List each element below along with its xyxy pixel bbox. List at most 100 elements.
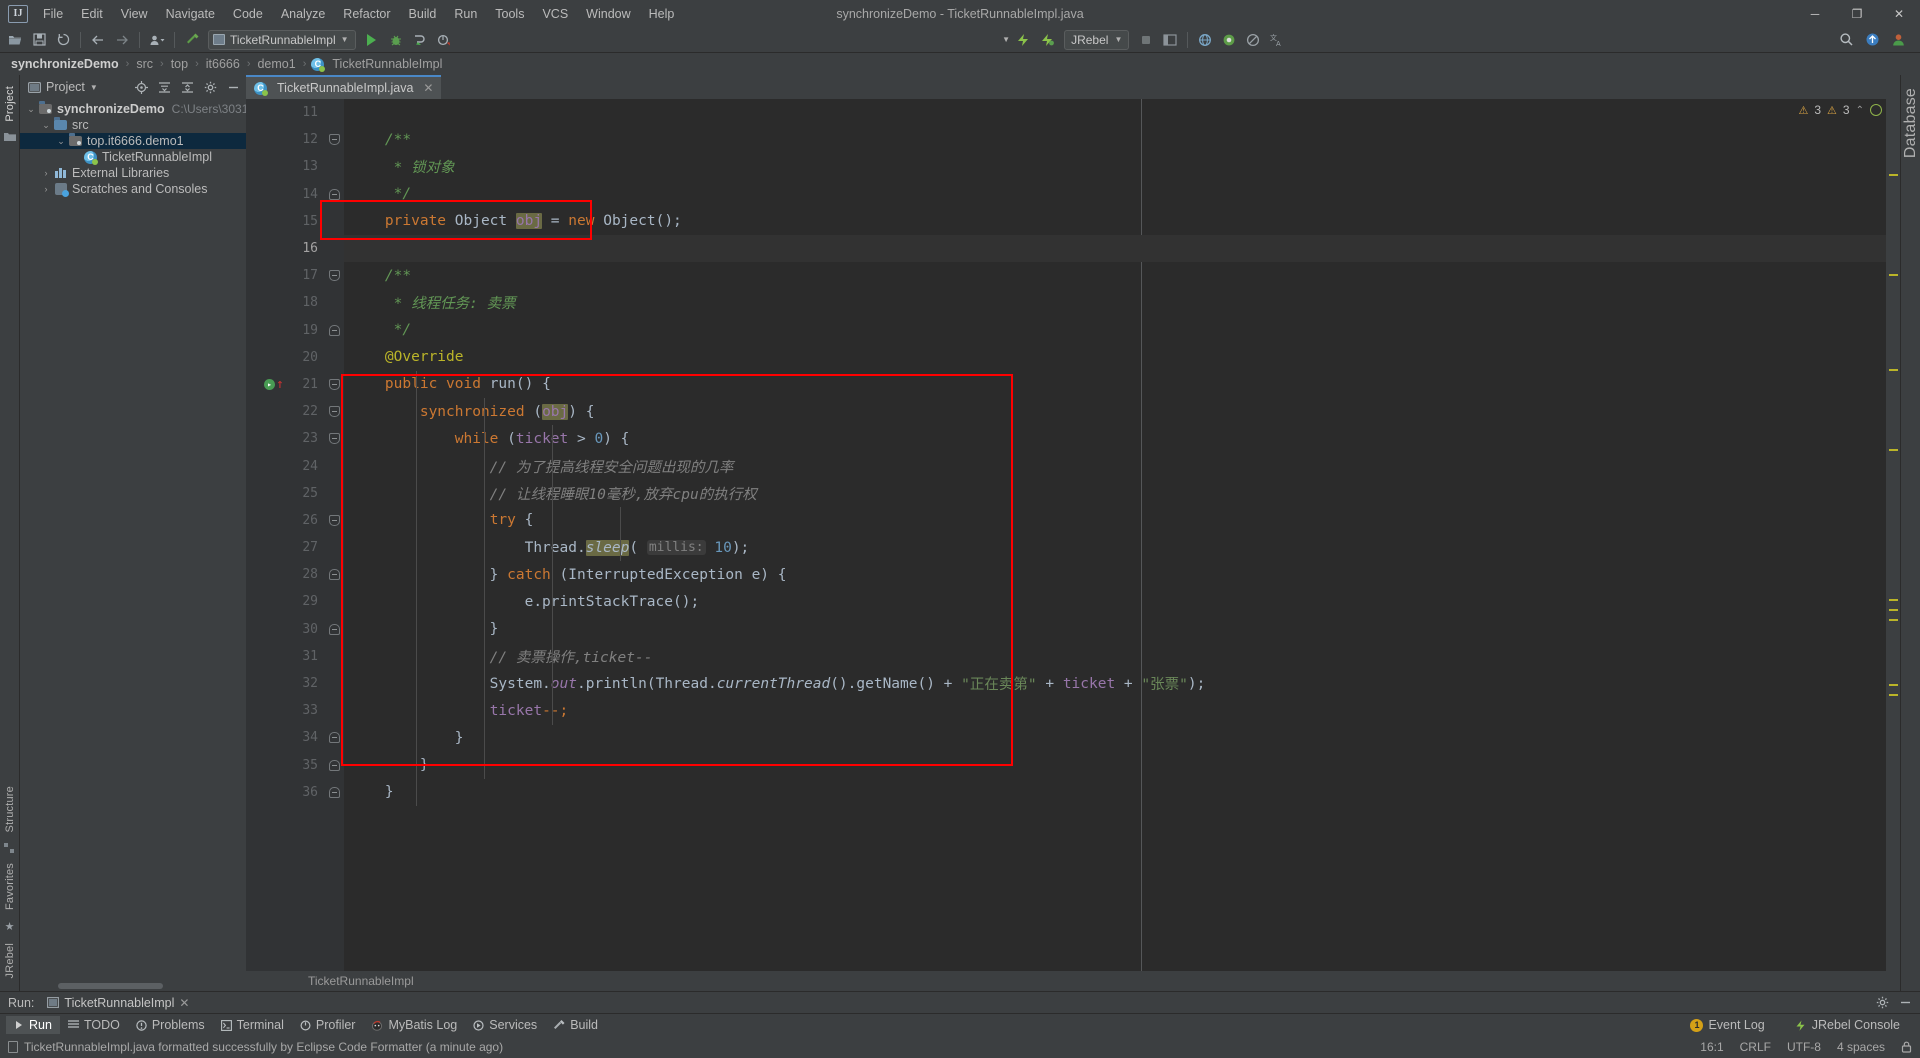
run-method-icon[interactable]: ▸	[264, 378, 275, 390]
fold-slot[interactable]	[324, 724, 344, 751]
forward-arrow-icon[interactable]	[111, 29, 133, 51]
close-icon[interactable]: ✕	[423, 81, 433, 95]
tool-button-mybatis-log[interactable]: MyBatis Log	[363, 1016, 465, 1034]
layout-icon[interactable]	[1159, 29, 1181, 51]
tool-button-todo[interactable]: TODO	[60, 1016, 128, 1034]
fold-toggle-icon[interactable]	[328, 569, 340, 581]
hide-icon[interactable]	[225, 79, 241, 95]
chevron-right-icon[interactable]: ›	[39, 168, 53, 178]
menu-run[interactable]: Run	[445, 3, 486, 25]
chevron-down-icon-2[interactable]: ▼	[1002, 35, 1010, 44]
menu-view[interactable]: View	[112, 3, 157, 25]
fold-column[interactable]	[324, 99, 344, 971]
fold-toggle-icon[interactable]	[328, 623, 340, 635]
locate-icon[interactable]	[133, 79, 149, 95]
fold-toggle-icon[interactable]	[328, 270, 340, 282]
code-line[interactable]: // 为了提高线程安全问题出现的几率	[344, 452, 1886, 479]
tree-node-package[interactable]: ⌄ top.it6666.demo1	[20, 133, 246, 149]
code-line[interactable]: Thread. sleep( millis: 10);	[344, 534, 1886, 561]
code-line[interactable]: public void run() {	[344, 371, 1886, 398]
code-line[interactable]: // 卖票操作,ticket--	[344, 643, 1886, 670]
status-message-group[interactable]: TicketRunnableImpl.java formatted succes…	[8, 1040, 503, 1054]
profile-run-icon[interactable]	[433, 29, 455, 51]
close-button[interactable]: ✕	[1878, 0, 1920, 27]
translate-icon[interactable]: 文A	[1266, 29, 1288, 51]
no-entry-icon[interactable]	[1242, 29, 1264, 51]
fold-toggle-icon[interactable]	[328, 188, 340, 200]
fold-toggle-icon[interactable]	[328, 134, 340, 146]
code-line[interactable]	[344, 99, 1886, 126]
editor-scrollbar[interactable]	[1886, 99, 1900, 971]
menu-tools[interactable]: Tools	[486, 3, 533, 25]
tool-button-terminal[interactable]: Terminal	[213, 1016, 292, 1034]
menu-bar[interactable]: File Edit View Navigate Code Analyze Ref…	[34, 3, 683, 25]
run-tab[interactable]: TicketRunnableImpl ✕	[42, 995, 194, 1011]
tree-node-project[interactable]: ⌄ synchronizeDemo C:\Users\30315\Dowr	[20, 101, 246, 117]
web-globe-icon[interactable]	[1194, 29, 1216, 51]
fold-slot[interactable]	[324, 779, 344, 806]
menu-refactor[interactable]: Refactor	[334, 3, 399, 25]
fold-slot[interactable]	[324, 262, 344, 289]
fold-slot[interactable]	[324, 561, 344, 588]
project-tree[interactable]: ⌄ synchronizeDemo C:\Users\30315\Dowr ⌄ …	[20, 99, 246, 981]
code-line[interactable]: */	[344, 317, 1886, 344]
fold-toggle-icon[interactable]	[328, 378, 340, 390]
minimize-button[interactable]: ─	[1794, 0, 1836, 27]
fold-toggle-icon[interactable]	[328, 514, 340, 526]
expand-all-icon[interactable]	[156, 79, 172, 95]
inspection-widget[interactable]: ⚠ 3 ⚠ 3 ⌃	[1798, 103, 1882, 117]
code-line[interactable]: e.printStackTrace();	[344, 588, 1886, 615]
code-line[interactable]: // 让线程睡眼10毫秒,放弃cpu的执行权	[344, 480, 1886, 507]
code-line[interactable]: }	[344, 779, 1886, 806]
menu-code[interactable]: Code	[224, 3, 272, 25]
editor-gutter[interactable]: 11 12 13 14 15 16 17 18 19 20 21 ▸ ↑ 22 23 24 25 26 27 28 29…	[246, 99, 324, 971]
jrebel-selector[interactable]: JRebel ▼	[1064, 29, 1130, 50]
project-panel-title-group[interactable]: Project ▼	[28, 80, 98, 94]
update-badge-icon[interactable]	[1862, 29, 1884, 51]
run-gutter-marker[interactable]: ▸ ↑	[264, 378, 284, 391]
caret-position[interactable]: 16:1	[1700, 1040, 1723, 1054]
tool-button-profiler[interactable]: Profiler	[292, 1016, 364, 1034]
run-icon[interactable]	[361, 29, 383, 51]
chevron-down-icon[interactable]: ▼	[90, 83, 98, 92]
tool-button-favorites[interactable]: Favorites	[4, 858, 16, 915]
fold-toggle-icon[interactable]	[328, 406, 340, 418]
code-line[interactable]: * 锁对象	[344, 153, 1886, 180]
tree-node-external-libraries[interactable]: › External Libraries	[20, 165, 246, 181]
breadcrumb-item-it6666[interactable]: it6666	[204, 57, 242, 71]
menu-build[interactable]: Build	[400, 3, 446, 25]
inspection-eye-icon[interactable]	[1870, 104, 1882, 116]
tool-button-services[interactable]: Services	[465, 1016, 545, 1034]
event-log-button[interactable]: 1 Event Log	[1682, 1016, 1772, 1034]
menu-vcs[interactable]: VCS	[533, 3, 577, 25]
fold-toggle-icon[interactable]	[328, 786, 340, 798]
code-line[interactable]: }	[344, 752, 1886, 779]
fold-slot[interactable]	[324, 181, 344, 208]
browser-chrome-icon[interactable]	[1218, 29, 1240, 51]
close-icon[interactable]: ✕	[179, 996, 189, 1010]
back-arrow-icon[interactable]	[87, 29, 109, 51]
run-configuration-selector[interactable]: TicketRunnableImpl ▼	[208, 29, 356, 50]
editor-tab-ticketrunnableimpl[interactable]: C TicketRunnableImpl.java ✕	[246, 75, 442, 99]
stop-icon[interactable]	[1135, 29, 1157, 51]
fold-slot[interactable]	[324, 425, 344, 452]
menu-window[interactable]: Window	[577, 3, 639, 25]
code-line[interactable]: while (ticket > 0) {	[344, 425, 1886, 452]
code-line[interactable]: System. out .println(Thread. currentThread(…	[344, 670, 1886, 697]
menu-help[interactable]: Help	[640, 3, 684, 25]
tool-button-project[interactable]: Project	[4, 81, 16, 127]
gear-icon[interactable]	[202, 79, 218, 95]
fold-toggle-icon[interactable]	[328, 433, 340, 445]
fold-slot[interactable]	[324, 371, 344, 398]
fold-slot[interactable]	[324, 126, 344, 153]
code-line[interactable]: private Object obj = new Object();	[344, 208, 1886, 235]
lock-icon[interactable]	[1901, 1041, 1912, 1053]
code-line[interactable]: @Override	[344, 344, 1886, 371]
tool-button-problems[interactable]: Problems	[128, 1016, 213, 1034]
run-with-coverage-icon[interactable]	[409, 29, 431, 51]
search-icon[interactable]	[1836, 29, 1858, 51]
tool-button-run[interactable]: Run	[6, 1016, 60, 1034]
open-folder-icon[interactable]	[4, 29, 26, 51]
chevron-down-icon[interactable]: ⌄	[39, 120, 53, 131]
tool-button-database[interactable]: Database	[1902, 83, 1920, 163]
